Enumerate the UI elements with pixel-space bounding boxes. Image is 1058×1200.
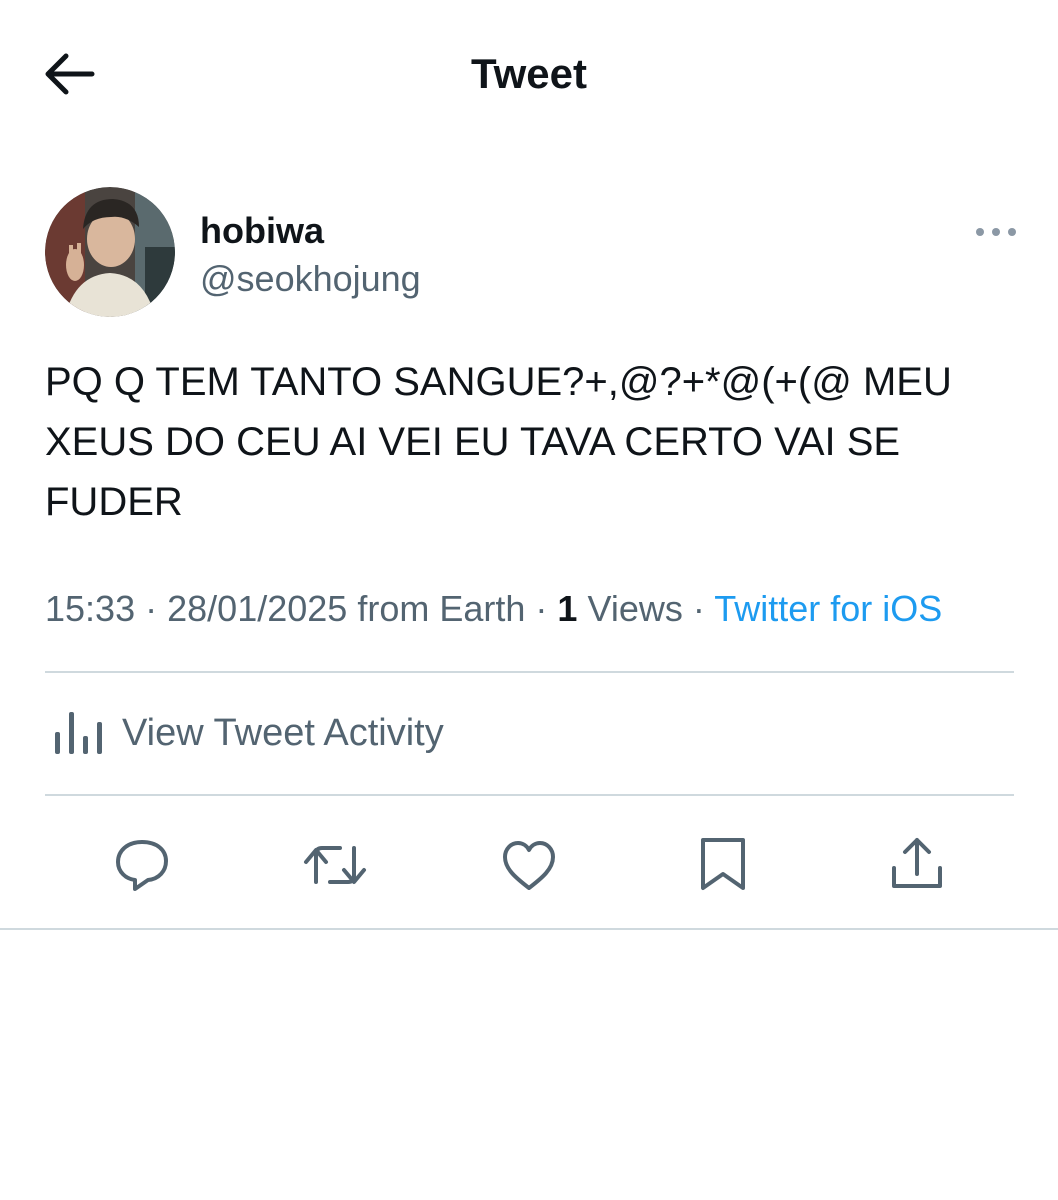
views-count: 1 xyxy=(557,588,578,629)
divider xyxy=(0,928,1058,930)
tweet-time: 15:33 xyxy=(45,588,136,629)
view-tweet-activity-button[interactable]: View Tweet Activity xyxy=(45,690,1014,780)
divider xyxy=(45,671,1014,673)
tweet-text: PQ Q TEM TANTO SANGUE?+,@?+*@(+(@ MEU XE… xyxy=(45,360,963,524)
more-options-button[interactable] xyxy=(973,222,1019,242)
tweet-metadata: 15:33 · 28/01/2025 from Earth · 1 Views … xyxy=(45,588,942,630)
reply-button[interactable] xyxy=(107,830,177,900)
share-icon xyxy=(892,838,942,888)
display-name[interactable]: hobiwa xyxy=(200,210,324,252)
like-button[interactable] xyxy=(494,830,564,900)
separator: · xyxy=(535,588,548,629)
separator: · xyxy=(692,588,705,629)
tweet-date: 28/01/2025 xyxy=(167,588,348,629)
divider xyxy=(45,794,1014,796)
user-handle[interactable]: @seokhojung xyxy=(200,258,421,300)
share-button[interactable] xyxy=(882,830,952,900)
bookmark-button[interactable] xyxy=(688,830,758,900)
tweet-location: from Earth xyxy=(357,588,526,629)
action-bar xyxy=(0,830,1058,900)
analytics-icon xyxy=(55,712,102,754)
heart-icon xyxy=(503,841,555,890)
avatar[interactable] xyxy=(45,187,175,317)
top-bar: Tweet xyxy=(0,0,1058,150)
retweet-icon xyxy=(304,846,366,884)
page-title: Tweet xyxy=(471,50,587,97)
activity-label: View Tweet Activity xyxy=(122,712,444,754)
bookmark-icon xyxy=(701,838,745,890)
views-label: Views xyxy=(587,588,683,629)
reply-icon xyxy=(116,840,168,891)
separator: · xyxy=(145,588,158,629)
more-dots-icon xyxy=(976,228,1016,236)
tweet-author: hobiwa @seokhojung xyxy=(45,187,1025,322)
tweet-source-link[interactable]: Twitter for iOS xyxy=(714,588,942,629)
retweet-button[interactable] xyxy=(300,830,370,900)
